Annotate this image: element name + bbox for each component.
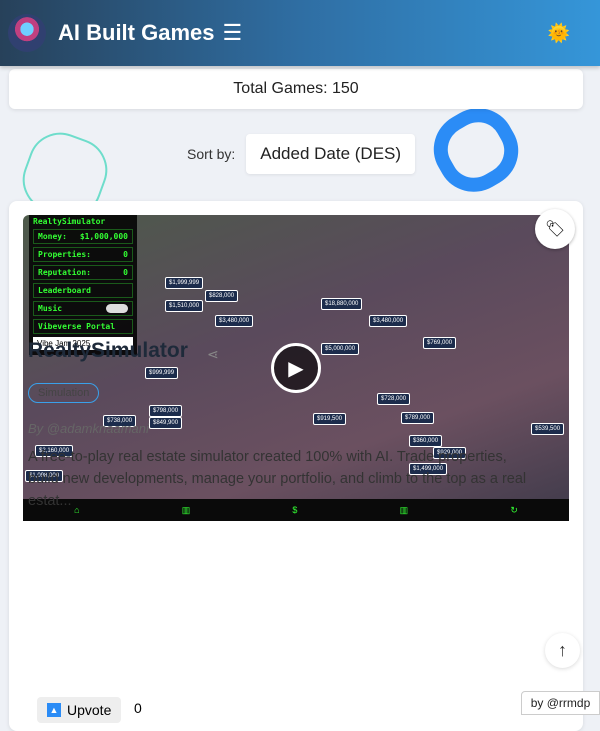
hud-label: Leaderboard bbox=[38, 286, 91, 295]
hud-label: Money: bbox=[38, 232, 67, 241]
hud-label: Music bbox=[38, 304, 63, 313]
price-label: $828,000 bbox=[205, 290, 239, 302]
tag-icon[interactable]: 🏷 bbox=[535, 209, 575, 249]
scroll-to-top-button[interactable]: ↑ bbox=[545, 633, 580, 668]
site-title[interactable]: AI Built Games bbox=[58, 20, 214, 46]
genre-tag[interactable]: Simulation bbox=[28, 383, 100, 403]
price-label: $919,500 bbox=[313, 413, 347, 425]
hud-title: RealtySimulator bbox=[33, 217, 106, 226]
price-label: $18,880,000 bbox=[321, 298, 363, 310]
game-hud: RealtySimulator Money: $1,000,000 Propert… bbox=[29, 215, 137, 355]
play-icon[interactable]: ▶ bbox=[271, 343, 321, 393]
price-label: $5,000,000 bbox=[321, 343, 360, 355]
price-label: $789,000 bbox=[401, 412, 435, 424]
game-title[interactable]: RealtySimulator bbox=[28, 339, 188, 363]
price-label: $849,900 bbox=[149, 417, 183, 429]
site-logo[interactable] bbox=[8, 14, 46, 52]
price-label: $539,500 bbox=[531, 423, 565, 435]
hud-label: Reputation: bbox=[38, 268, 91, 277]
price-label: $999,999 bbox=[145, 367, 179, 379]
price-label: $3,480,000 bbox=[369, 315, 408, 327]
game-description: A free-to-play real estate simulator cre… bbox=[28, 449, 527, 509]
decorative-knot bbox=[420, 94, 532, 206]
credit-link[interactable]: by @rrmdp bbox=[521, 691, 600, 715]
price-label: $1,999,999 bbox=[165, 277, 204, 289]
theme-toggle-icon[interactable]: 🌞 bbox=[548, 23, 570, 44]
upvote-count: 0 bbox=[134, 700, 142, 716]
sort-control: Sort by: Added Date (DES) bbox=[187, 134, 416, 174]
hud-value: $1,000,000 bbox=[79, 232, 128, 241]
share-icon[interactable]: ⋖ bbox=[207, 346, 219, 363]
hud-label: Properties: bbox=[38, 250, 91, 259]
price-label: $728,000 bbox=[377, 393, 411, 405]
price-label: $1,510,000 bbox=[165, 300, 204, 312]
price-label: $798,000 bbox=[149, 405, 183, 417]
game-author: By @adamknaamani bbox=[28, 421, 149, 436]
total-games: Total Games: 150 bbox=[9, 69, 583, 109]
price-label: $769,000 bbox=[423, 337, 457, 349]
music-toggle bbox=[106, 304, 128, 313]
price-label: $3,480,000 bbox=[215, 315, 254, 327]
hud-label: Vibeverse Portal bbox=[38, 322, 116, 331]
sort-select[interactable]: Added Date (DES) bbox=[246, 134, 416, 174]
upvote-label: Upvote bbox=[67, 702, 112, 718]
menu-icon[interactable]: ☰ bbox=[222, 20, 242, 46]
sort-label: Sort by: bbox=[187, 146, 236, 162]
upvote-button[interactable]: ▲ Upvote bbox=[37, 697, 122, 723]
header: AI Built Games ☰ 🌞 bbox=[0, 0, 600, 66]
hud-value: 0 bbox=[123, 250, 128, 259]
hud-value: 0 bbox=[123, 268, 128, 277]
